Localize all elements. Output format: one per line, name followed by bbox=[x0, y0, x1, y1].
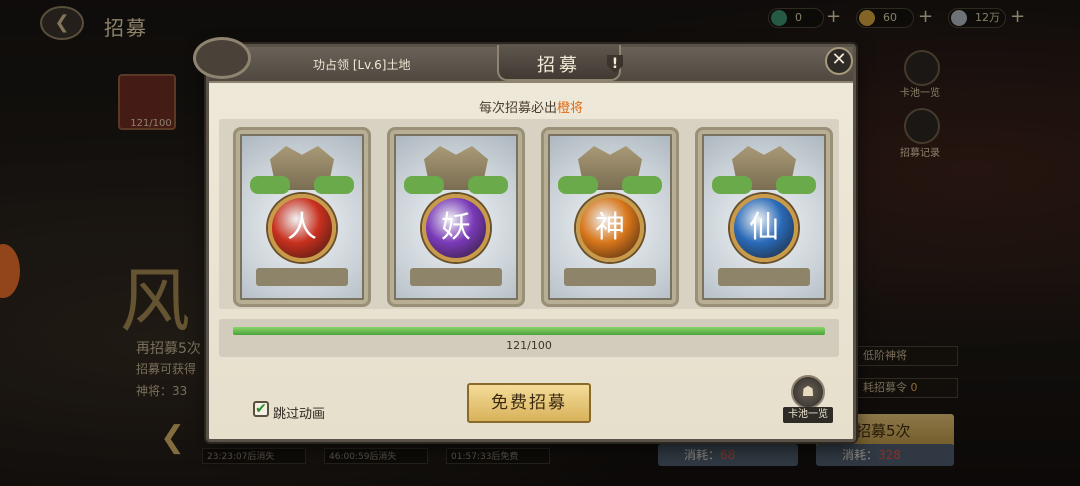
god-emblem: 神 bbox=[576, 194, 644, 262]
faction-cards-panel: 人 妖 神 仙 bbox=[219, 119, 839, 309]
modal-title: 招募 bbox=[537, 55, 581, 76]
demon-emblem: 妖 bbox=[422, 194, 490, 262]
progress-track bbox=[233, 327, 825, 335]
modal-title-tab: 招募 bbox=[497, 45, 621, 81]
wing-ornament bbox=[250, 176, 290, 194]
close-icon: ✕ bbox=[831, 49, 847, 70]
progress-fill bbox=[233, 327, 825, 335]
wing-ornament bbox=[712, 176, 752, 194]
close-button[interactable]: ✕ bbox=[825, 47, 853, 75]
progress-panel: 121/100 bbox=[219, 319, 839, 357]
card-base bbox=[564, 268, 656, 286]
modal-header: 功占领 [Lv.6]土地 招募 ! ✕ bbox=[193, 37, 853, 83]
card-demon[interactable]: 妖 bbox=[387, 127, 525, 307]
wing-ornament bbox=[314, 176, 354, 194]
wing-ornament bbox=[404, 176, 444, 194]
card-immortal[interactable]: 仙 bbox=[695, 127, 833, 307]
guarantee-text: 每次招募必出橙将 bbox=[478, 101, 584, 116]
skip-animation-label[interactable]: 跳过动画 bbox=[273, 403, 325, 422]
wing-ornament bbox=[622, 176, 662, 194]
pool-list-label[interactable]: 卡池一览 bbox=[783, 407, 833, 423]
progress-text: 121/100 bbox=[506, 339, 552, 352]
free-recruit-button[interactable]: 免费招募 bbox=[467, 383, 591, 423]
dragon-ornament-icon bbox=[193, 37, 251, 79]
card-base bbox=[718, 268, 810, 286]
skip-animation-checkbox[interactable]: ✔ bbox=[253, 401, 269, 417]
wing-ornament bbox=[558, 176, 598, 194]
recruit-modal: 功占领 [Lv.6]土地 招募 ! ✕ 每次招募必出橙将 人 妖 神 仙 121… bbox=[193, 37, 856, 442]
wing-ornament bbox=[776, 176, 816, 194]
pool-list-icon[interactable]: ☗ bbox=[791, 375, 825, 409]
card-base bbox=[410, 268, 502, 286]
card-god[interactable]: 神 bbox=[541, 127, 679, 307]
human-emblem: 人 bbox=[268, 194, 336, 262]
card-human[interactable]: 人 bbox=[233, 127, 371, 307]
card-base bbox=[256, 268, 348, 286]
immortal-emblem: 仙 bbox=[730, 194, 798, 262]
region-label: 功占领 [Lv.6]土地 bbox=[313, 58, 411, 72]
wing-ornament bbox=[468, 176, 508, 194]
